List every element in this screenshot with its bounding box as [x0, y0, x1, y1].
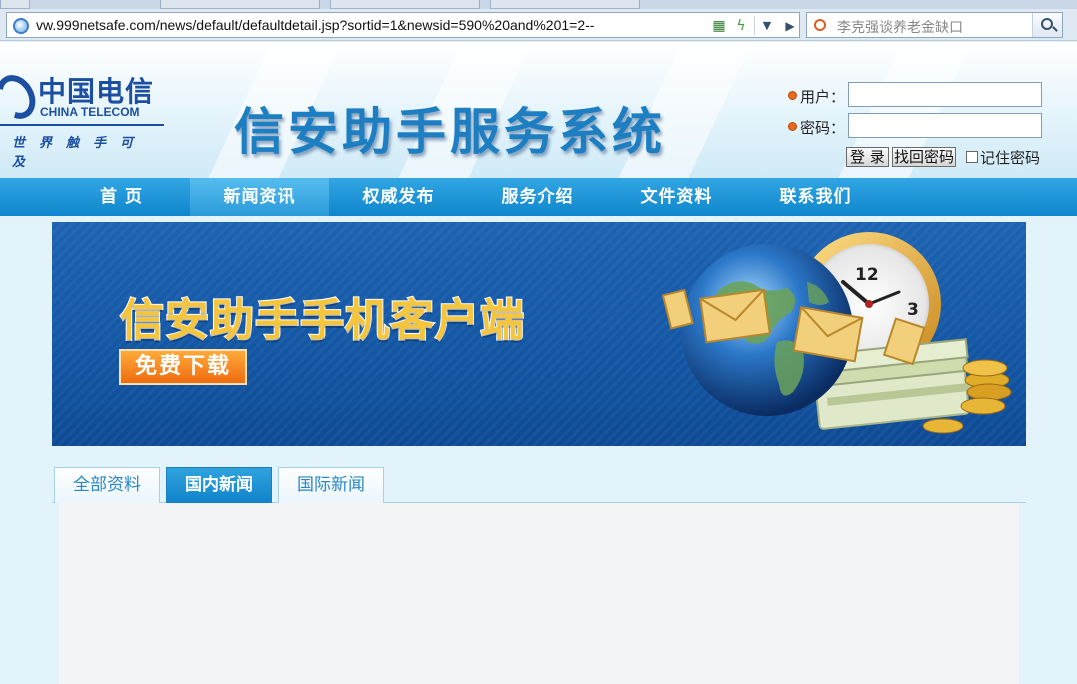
- browser-search-box[interactable]: 李克强谈养老金缺口: [806, 12, 1063, 38]
- bullet-icon: [788, 91, 797, 100]
- tab-domestic-news[interactable]: 国内新闻: [166, 467, 272, 503]
- qr-code-icon[interactable]: ▦: [709, 16, 729, 36]
- news-content-area: [59, 503, 1019, 684]
- globe-icon: [13, 18, 29, 34]
- search-icon: [1041, 18, 1053, 30]
- login-button[interactable]: 登 录: [846, 147, 889, 167]
- china-telecom-logo[interactable]: 中国电信 CHINA TELECOM 世界触手可及: [0, 58, 164, 170]
- dropdown-arrow-icon[interactable]: ▼: [757, 16, 777, 36]
- main-nav: 首 页 新闻资讯 权威发布 服务介绍 文件资料 联系我们: [0, 178, 1077, 216]
- site-header: 中国电信 CHINA TELECOM 世界触手可及 信安助手服务系统 用户： 密…: [0, 42, 1077, 178]
- logo-en-text: CHINA TELECOM: [40, 105, 140, 119]
- password-label: 密码：: [800, 119, 846, 137]
- logo-cn-text: 中国电信: [38, 75, 155, 108]
- clock-number-3: 3: [907, 300, 919, 320]
- promo-banner[interactable]: 信安助手手机客户端 免费下载 12 3: [52, 222, 1026, 446]
- browser-tab[interactable]: [490, 0, 640, 9]
- address-bar[interactable]: vw.999netsafe.com/news/default/defaultde…: [6, 12, 800, 38]
- tab-all-materials[interactable]: 全部资料: [54, 467, 160, 503]
- clock-number-12: 12: [855, 265, 879, 285]
- search-query[interactable]: 李克强谈养老金缺口: [837, 17, 963, 37]
- login-actions: 登 录 找回密码 记住密码: [844, 147, 1064, 169]
- news-tabs: 全部资料 国内新闻 国际新闻: [52, 466, 1026, 503]
- nav-item-documents[interactable]: 文件资料: [607, 178, 746, 216]
- address-url[interactable]: vw.999netsafe.com/news/default/defaultde…: [36, 17, 594, 33]
- browser-tab[interactable]: [0, 0, 30, 9]
- nav-item-news[interactable]: 新闻资讯: [190, 178, 329, 216]
- username-input[interactable]: [848, 82, 1042, 107]
- banner-illustration: 12 3: [661, 232, 1012, 434]
- remember-password-label[interactable]: 记住密码: [980, 147, 1040, 168]
- site-title: 信安助手服务系统: [234, 103, 666, 161]
- go-arrow-icon[interactable]: ▶: [780, 16, 800, 36]
- browser-tab[interactable]: [330, 0, 480, 9]
- username-row: 用户：: [786, 82, 1056, 108]
- nav-item-services[interactable]: 服务介绍: [468, 178, 607, 216]
- free-download-button[interactable]: 免费下载: [119, 349, 247, 385]
- password-row: 密码：: [786, 113, 1056, 139]
- nav-item-announcements[interactable]: 权威发布: [329, 178, 468, 216]
- search-button[interactable]: [1032, 13, 1062, 37]
- remember-password-checkbox[interactable]: [966, 151, 978, 163]
- tab-international-news[interactable]: 国际新闻: [278, 467, 384, 503]
- search-icon-handle: [1052, 26, 1058, 32]
- lightning-icon[interactable]: ϟ: [731, 16, 751, 36]
- bullet-icon: [788, 122, 797, 131]
- logo-rule: [0, 124, 164, 126]
- password-input[interactable]: [848, 113, 1042, 138]
- browser-tab-strip: [0, 0, 1077, 9]
- nav-item-home[interactable]: 首 页: [52, 178, 191, 216]
- username-label: 用户：: [800, 88, 846, 106]
- recover-password-button[interactable]: 找回密码: [892, 147, 957, 167]
- logo-slogan: 世界触手可及: [12, 136, 148, 170]
- nav-item-contact[interactable]: 联系我们: [746, 178, 885, 216]
- logo-swirl-icon: [0, 68, 44, 126]
- browser-tab[interactable]: [160, 0, 320, 9]
- browser-toolbar: vw.999netsafe.com/news/default/defaultde…: [0, 9, 1077, 41]
- search-engine-icon[interactable]: [814, 19, 826, 31]
- address-divider: [754, 17, 755, 35]
- banner-headline: 信安助手手机客户端: [119, 294, 525, 347]
